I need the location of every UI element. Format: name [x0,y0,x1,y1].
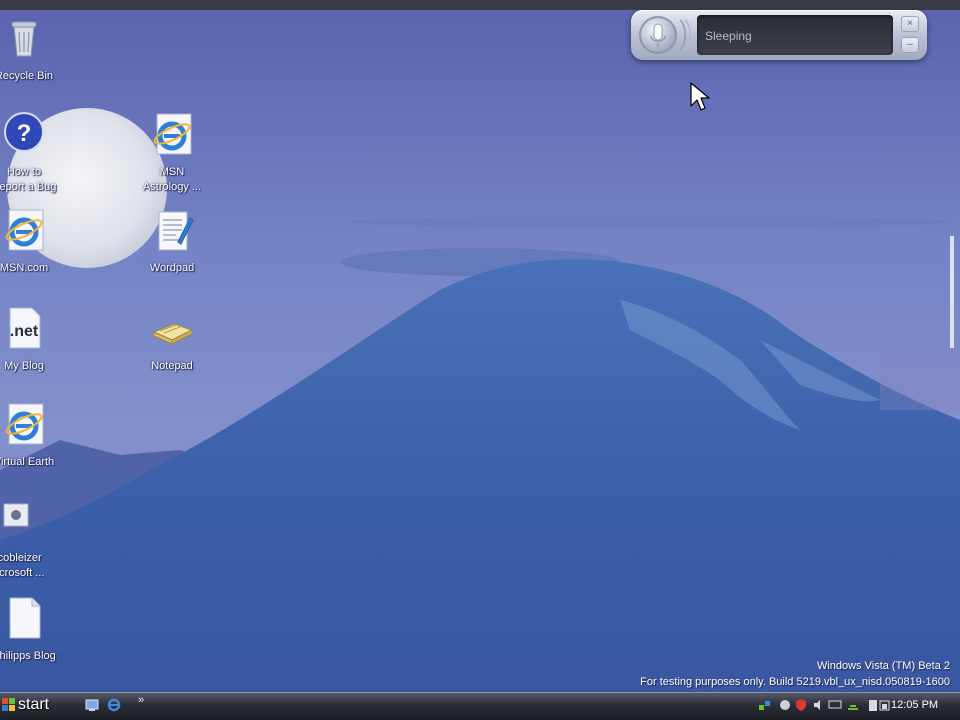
taskbar-clock[interactable]: 12:05 PM [891,699,938,711]
mouse-pointer-icon [690,82,710,111]
desktop-icon-label: MSN.com [0,262,49,274]
speech-status-text: Sleeping [705,29,752,43]
taskbar[interactable]: start » 12:05 PM [0,692,960,720]
speech-status-display: Sleeping [697,15,893,55]
speech-level-meter-icon [679,19,692,51]
build-watermark: Windows Vista (TM) Beta 2 For testing pu… [640,658,950,690]
internet-explorer-icon [153,113,192,155]
watermark-product: Windows Vista (TM) Beta 2 [816,660,950,672]
desktop-icon-label: MSN Astrology ... [142,166,202,193]
volume-icon[interactable] [812,698,826,712]
document-icon [9,597,41,639]
internet-explorer-icon [5,403,44,445]
network-icon[interactable] [758,698,772,712]
svg-text:.net: .net [10,323,39,340]
desktop-icon-recycle-bin[interactable]: Recycle Bin [0,14,70,84]
desktop-icon-report-bug[interactable]: ? How to Report a Bug [0,110,70,195]
microphone-button[interactable] [639,16,677,54]
desktop-icon-label: How to Report a Bug [0,166,57,193]
generic-app-icon [3,503,29,527]
wordpad-icon [158,211,194,251]
desktop-icon-label: Virtual Earth [0,456,55,468]
desktop-icon-label: Notepad [151,360,193,372]
start-label: start [18,696,50,713]
desktop-icon-label: Wordpad [149,262,195,274]
desktop-icon-label: Recycle Bin [0,70,54,82]
desktop-icon-label: My Blog [4,360,44,372]
battery-icon[interactable] [878,698,892,712]
internet-explorer-icon[interactable] [106,697,122,713]
desktop-icon-my-blog[interactable]: .net My Blog [0,304,70,374]
speech-minimize-button[interactable]: – [901,37,919,53]
close-icon: × [907,18,913,29]
quick-launch-more-button[interactable]: » [138,694,144,706]
desktop-icon-msn-com[interactable]: MSN.com [0,206,70,276]
speech-close-button[interactable]: × [901,16,919,32]
speech-recognition-bar[interactable]: Sleeping × – [631,10,927,60]
shield-icon[interactable] [794,698,808,712]
notepad-icon [152,323,194,345]
desktop-icon-virtual-earth[interactable]: Virtual Earth [0,400,70,470]
dotnet-icon: .net [9,307,41,349]
desktop-icon-msn-astrology[interactable]: MSN Astrology ... [126,110,218,195]
svg-text:?: ? [17,120,32,147]
windows-logo-icon [2,698,15,711]
security-icon[interactable] [778,698,792,712]
show-desktop-icon[interactable] [84,697,100,713]
desktop[interactable]: Recycle Bin ? How to Report a Bug MSN.co… [0,0,960,720]
desktop-icon-scobleizer[interactable]: Scobleizer Microsoft ... [0,496,62,581]
desktop-icon-wordpad[interactable]: Wordpad [126,206,218,276]
microphone-icon [650,23,666,47]
system-tray[interactable]: 12:05 PM [758,695,958,717]
watermark-build: For testing purposes only. Build 5219.vb… [640,676,950,688]
network-adapter-icon[interactable] [846,698,860,712]
help-icon: ? [4,112,44,152]
internet-explorer-icon [5,209,44,251]
recycle-bin-icon [11,21,37,57]
display-icon[interactable] [828,698,842,712]
minimize-icon: – [907,39,913,50]
desktop-icon-label: Philipps Blog [0,650,56,662]
desktop-icon-philipps-blog[interactable]: Philipps Blog [0,594,70,664]
desktop-icon-label: Scobleizer Microsoft ... [0,552,45,579]
start-button[interactable]: start [0,692,66,720]
desktop-icon-notepad[interactable]: Notepad [126,304,218,374]
